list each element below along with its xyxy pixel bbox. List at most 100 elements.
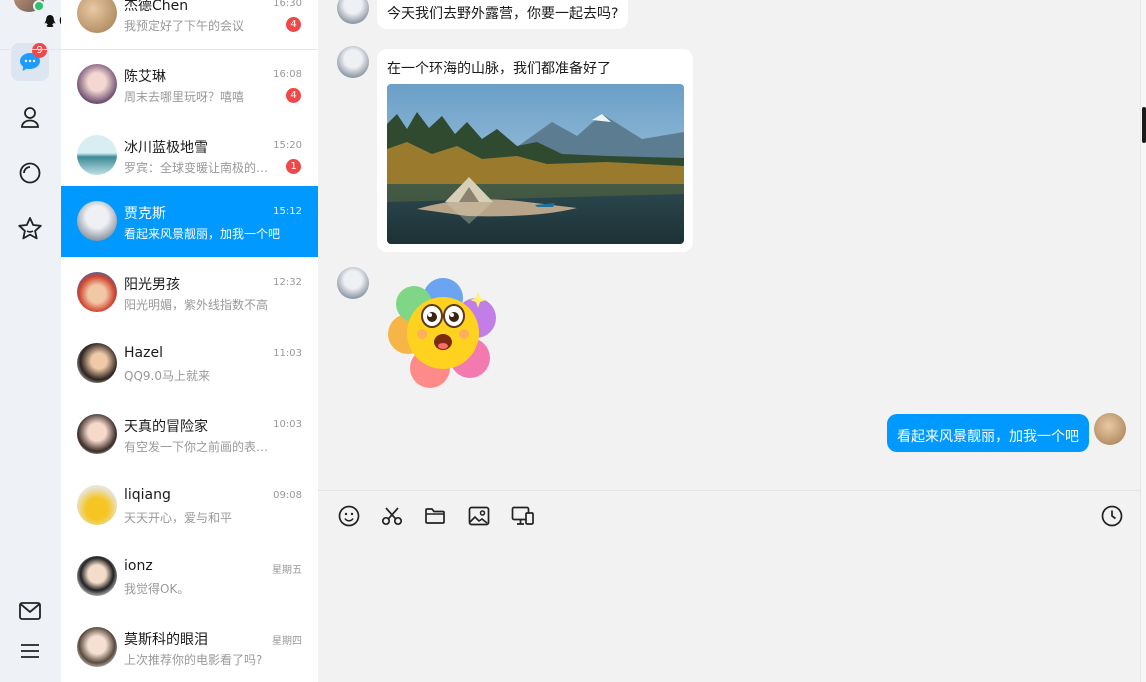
history-button[interactable]: [1099, 503, 1125, 529]
contact-avatar: [77, 201, 117, 241]
unread-badge: 4: [286, 88, 301, 103]
menu-icon: [21, 644, 39, 658]
scrollbar-thumb[interactable]: [1142, 107, 1146, 143]
conversation-name: 阳光男孩: [124, 277, 180, 293]
moments-icon: [19, 162, 41, 184]
rail-contacts-button[interactable]: [11, 98, 49, 136]
conversation-name: 杰德Chen: [124, 0, 189, 14]
scrollbar[interactable]: [1140, 0, 1146, 682]
emoji-button[interactable]: [336, 503, 362, 529]
conversation-item[interactable]: 阳光男孩 12:32 阳光明媚，紫外线指数不高: [61, 257, 318, 328]
message-text: 今天我们去野外露营，你要一起去吗?: [387, 6, 619, 22]
contact-avatar: [77, 414, 117, 454]
sender-avatar[interactable]: [337, 267, 369, 299]
unread-badge: 4: [286, 17, 301, 32]
file-button[interactable]: [422, 503, 448, 529]
conversation-item[interactable]: ionz 星期五 我觉得OK。: [61, 541, 318, 612]
my-message-bubble: 看起来风景靓丽，加我一个吧: [887, 414, 1089, 452]
conversation-preview: 阳光明媚，紫外线指数不高: [124, 298, 269, 312]
mail-icon: [19, 602, 41, 620]
message-bubble: 今天我们去野外露营，你要一起去吗?: [377, 0, 629, 29]
conversation-time: 12:32: [273, 277, 302, 288]
online-status-dot: [33, 0, 45, 12]
contacts-icon: [21, 107, 39, 128]
contact-avatar: [77, 64, 117, 104]
contact-avatar: [77, 485, 117, 525]
conversation-time: 11:03: [273, 348, 302, 359]
message-bubble: 在一个环海的山脉，我们都准备好了: [377, 49, 693, 252]
contact-avatar: [77, 135, 117, 175]
my-avatar[interactable]: [1094, 413, 1126, 445]
photo-graphic: [387, 84, 684, 244]
conversation-name: 天真的冒险家: [124, 419, 208, 435]
unread-badge: 1: [286, 159, 301, 174]
messages-unread-badge: 9: [32, 43, 47, 58]
conversation-item[interactable]: liqiang 09:08 天天开心，爱与和平: [61, 470, 318, 541]
conversation-preview: QQ9.0马上就来: [124, 369, 210, 383]
conversation-time: 星期四: [272, 636, 302, 647]
header-divider: [0, 49, 318, 50]
conversation-time: 15:20: [273, 140, 302, 151]
history-clock-icon: [1101, 505, 1123, 527]
favorites-star-icon: [18, 217, 42, 240]
contact-avatar: [77, 0, 117, 33]
conversation-item-selected[interactable]: 贾克斯 15:12 看起来风景靓丽，加我一个吧: [61, 186, 318, 257]
conversation-item[interactable]: 莫斯科的眼泪 星期四 上次推荐你的电影看了吗?: [61, 612, 318, 682]
conversation-time: 15:12: [273, 206, 302, 217]
conversation-preview: 罗宾：全球变暖让南极的冰川融化了: [124, 161, 280, 175]
conversation-preview: 有空发一下你之前画的表情包吧: [124, 440, 280, 454]
sender-avatar[interactable]: [337, 0, 369, 24]
sticker-graphic: [388, 278, 496, 388]
emoji-icon: [338, 505, 360, 527]
conversation-preview: 我预定好了下午的会议: [124, 19, 245, 33]
conversation-name: 贾克斯: [124, 206, 166, 222]
conversation-item[interactable]: Hazel 11:03 QQ9.0马上就来: [61, 328, 318, 399]
conversation-name: 冰川蓝极地雪: [124, 140, 208, 156]
message-composer-input[interactable]: [318, 539, 1139, 679]
conversation-name: ionz: [124, 558, 153, 574]
conversation-preview: 周末去哪里玩呀？嘻嘻: [124, 90, 245, 104]
conversation-time: 16:30: [273, 0, 302, 9]
conversation-name: liqiang: [124, 487, 171, 503]
chat-panel: 今天我们去野外露营，你要一起去吗? 在一个环海的山脉，我们都准备好了 看起来风景…: [318, 0, 1146, 490]
conversation-preview: 天天开心，爱与和平: [124, 511, 233, 525]
contact-avatar: [77, 556, 117, 596]
conversation-time: 16:08: [273, 69, 302, 80]
rail-favorites-button[interactable]: [11, 210, 49, 248]
nav-rail: QQ 9: [0, 0, 85, 682]
conversation-item[interactable]: 杰德Chen 16:30 我预定好了下午的会议 4: [61, 0, 318, 49]
conversation-item[interactable]: 冰川蓝极地雪 15:20 罗宾：全球变暖让南极的冰川融化了 1: [61, 120, 318, 191]
conversation-list: 杰德Chen 16:30 我预定好了下午的会议 4 陈艾琳 16:08 周末去哪…: [61, 0, 318, 682]
screen-share-icon: [511, 506, 534, 525]
scissors-icon: [381, 507, 403, 526]
conversation-name: 陈艾琳: [124, 69, 166, 85]
rail-mail-button[interactable]: [11, 592, 49, 630]
contact-avatar: [77, 627, 117, 667]
message-input-area: [318, 490, 1146, 682]
conversation-name: Hazel: [124, 345, 163, 361]
flower-face-sticker[interactable]: [386, 276, 500, 390]
conversation-item[interactable]: 天真的冒险家 10:03 有空发一下你之前画的表情包吧: [61, 399, 318, 470]
camping-lake-photo[interactable]: [387, 84, 684, 244]
conversation-item[interactable]: 陈艾琳 16:08 周末去哪里玩呀？嘻嘻 4: [61, 49, 318, 120]
conversation-time: 10:03: [273, 419, 302, 430]
conversation-time: 09:08: [273, 490, 302, 501]
image-icon: [468, 506, 490, 526]
folder-icon: [425, 508, 445, 524]
conversation-time: 星期五: [272, 565, 302, 576]
rail-moments-button[interactable]: [11, 154, 49, 192]
conversation-preview: 看起来风景靓丽，加我一个吧: [124, 227, 280, 241]
image-button[interactable]: [466, 503, 492, 529]
conversation-name: 莫斯科的眼泪: [124, 632, 208, 648]
penguin-icon: [44, 15, 56, 27]
rail-menu-button[interactable]: [11, 632, 49, 670]
sender-avatar[interactable]: [337, 46, 369, 78]
screen-share-button[interactable]: [510, 503, 536, 529]
contact-avatar: [77, 272, 117, 312]
contact-avatar: [77, 343, 117, 383]
message-text: 看起来风景靓丽，加我一个吧: [897, 429, 1079, 445]
message-text: 在一个环海的山脉，我们都准备好了: [387, 61, 611, 77]
conversation-preview: 上次推荐你的电影看了吗?: [124, 653, 263, 667]
conversation-preview: 我觉得OK。: [124, 582, 190, 596]
screenshot-button[interactable]: [379, 503, 405, 529]
